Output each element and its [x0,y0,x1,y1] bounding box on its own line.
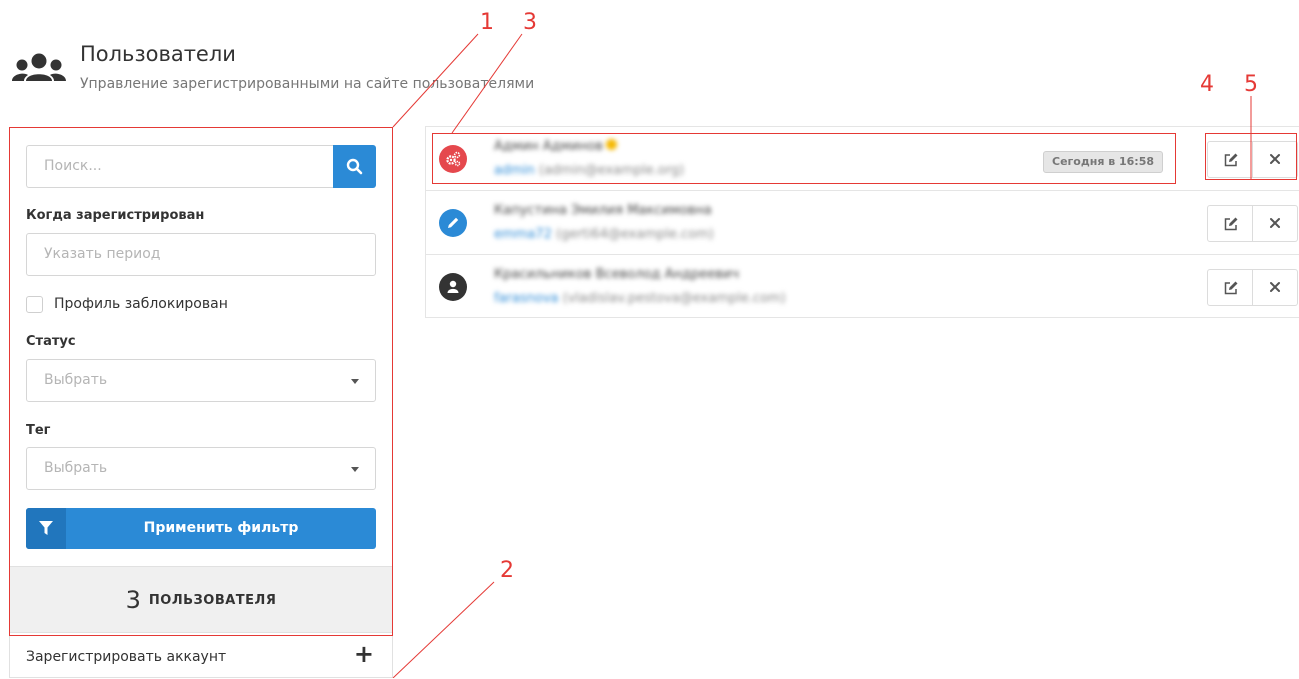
annotation-label-5: 5 [1244,72,1258,97]
annotation-leader-lines [392,33,1252,678]
annotation-label-1: 1 [480,10,494,35]
annotation-label-4: 4 [1200,72,1214,97]
annotation-label-3: 3 [523,10,537,35]
annotation-label-2: 2 [500,558,514,583]
